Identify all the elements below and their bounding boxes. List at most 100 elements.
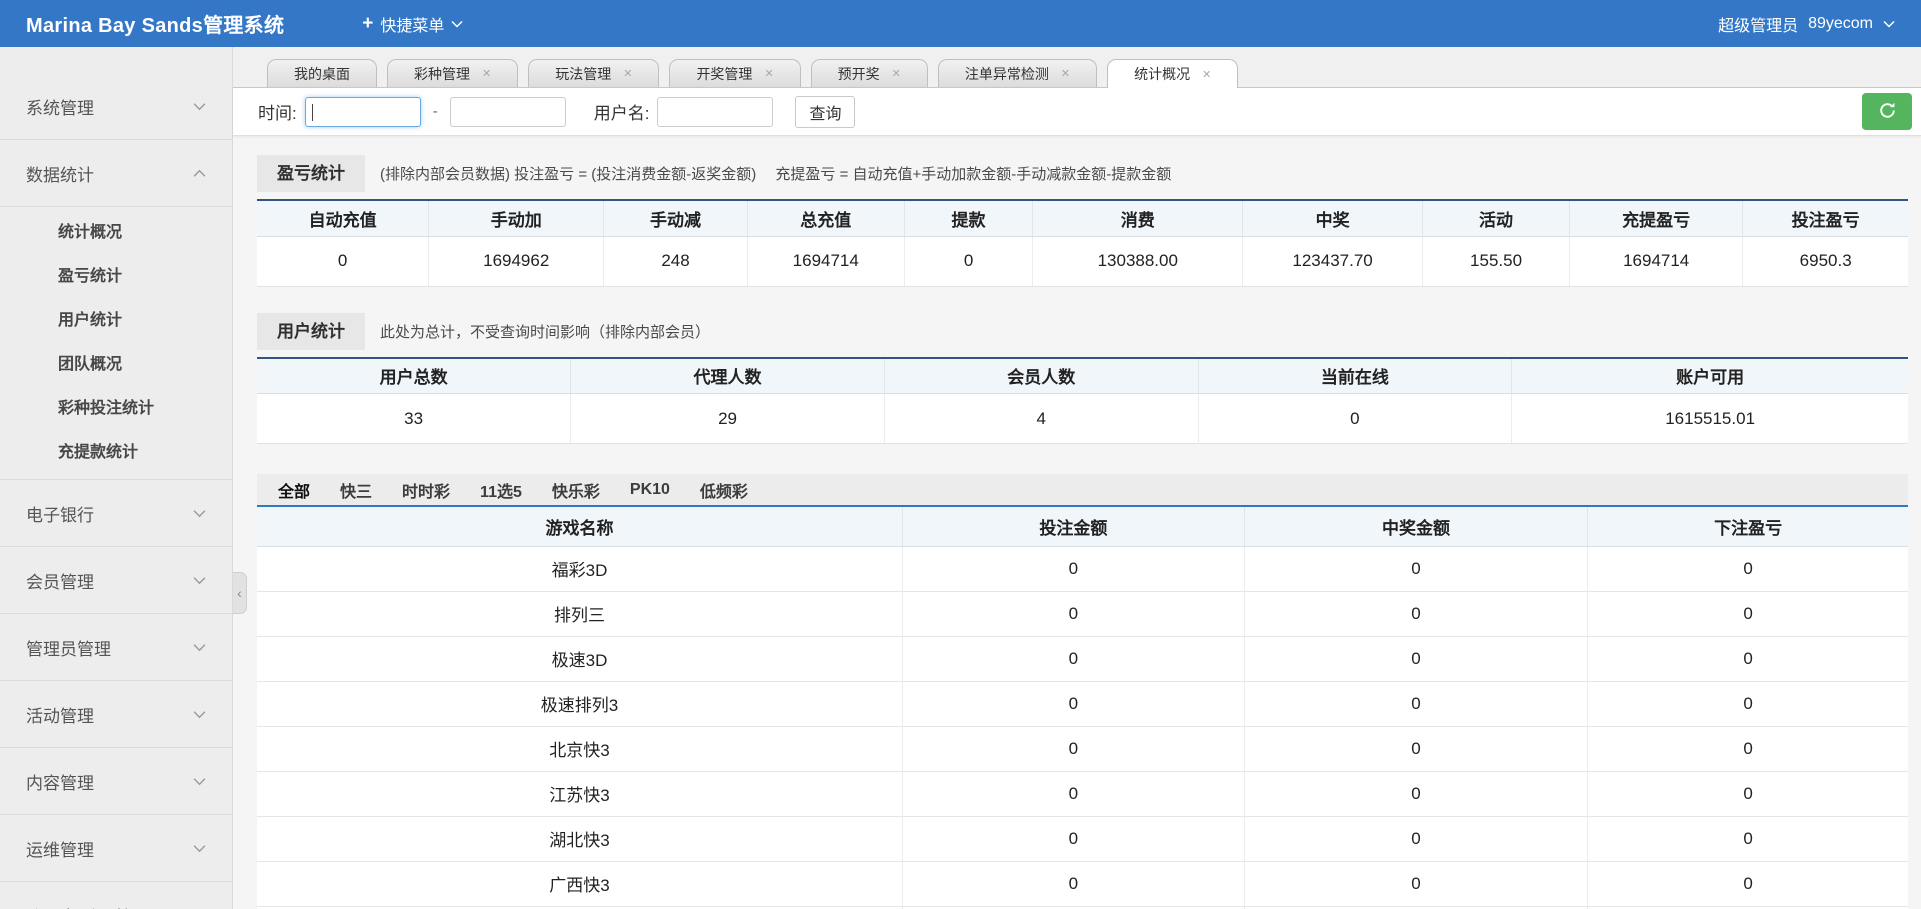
chevron-up-icon	[193, 163, 206, 183]
sidebar-subitem-team-overview[interactable]: 团队概况	[0, 343, 232, 387]
refresh-button[interactable]	[1862, 93, 1912, 130]
game-tab-11xuan5[interactable]: 11选5	[465, 478, 537, 502]
table-header-cell: 消费	[1033, 200, 1243, 236]
time-start-input[interactable]	[305, 97, 421, 127]
game-tab-kuaisan[interactable]: 快三	[325, 478, 387, 502]
table-header-cell: 总充值	[747, 200, 904, 236]
table-row: 北京快3 0 0 0	[257, 726, 1908, 771]
table-value-cell: 0	[903, 861, 1245, 906]
sidebar: 系统管理 数据统计 统计概况 盈亏统计 用户统计 团队概况 彩种投注统计 充提款…	[0, 47, 233, 909]
game-filter-tabs: 全部 快三 时时彩 11选5 快乐彩 PK10 低频彩	[257, 474, 1908, 505]
sidebar-item-content[interactable]: 内容管理	[0, 748, 232, 815]
game-tab-pk10[interactable]: PK10	[615, 481, 685, 499]
table-value-cell: 123437.70	[1243, 236, 1423, 286]
game-name-cell: 排列三	[257, 591, 903, 636]
chevron-down-icon	[193, 771, 206, 791]
tab-stats-overview[interactable]: 统计概况 ✕	[1107, 59, 1238, 88]
quick-menu-button[interactable]: + 快捷菜单	[362, 12, 463, 36]
table-value-cell: 0	[903, 591, 1245, 636]
plus-icon: +	[362, 13, 373, 35]
table-row: 极速3D 0 0 0	[257, 636, 1908, 681]
sidebar-collapse-handle[interactable]: ‹	[233, 572, 247, 614]
chevron-down-icon	[193, 905, 206, 909]
topbar: Marina Bay Sands管理系统 + 快捷菜单 超级管理员 89yeco…	[0, 0, 1921, 47]
tab-my-desktop[interactable]: 我的桌面	[267, 59, 377, 87]
sidebar-item-label: 内容管理	[26, 769, 94, 794]
close-icon[interactable]: ✕	[764, 67, 773, 80]
close-icon[interactable]: ✕	[892, 67, 901, 80]
tab-label: 玩法管理	[555, 64, 611, 84]
tab-play-mgmt[interactable]: 玩法管理 ✕	[528, 59, 659, 87]
sidebar-item-ebank[interactable]: 电子银行	[0, 480, 232, 547]
game-tab-shishicai[interactable]: 时时彩	[387, 478, 465, 502]
table-value-cell: 0	[1588, 636, 1908, 681]
table-value-cell: 0	[1244, 591, 1587, 636]
table-header-row: 游戏名称 投注金额 中奖金额 下注盈亏	[257, 506, 1908, 546]
table-row: 排列三 0 0 0	[257, 591, 1908, 636]
game-tab-all[interactable]: 全部	[263, 478, 325, 502]
sidebar-item-chatroom[interactable]: 聊天室/动画管理	[0, 882, 232, 909]
tab-pre-draw[interactable]: 预开奖 ✕	[811, 59, 928, 87]
table-row: 极速排列3 0 0 0	[257, 681, 1908, 726]
sidebar-subitem-lottery-bet-stats[interactable]: 彩种投注统计	[0, 387, 232, 431]
table-header-cell: 充提盈亏	[1570, 200, 1743, 236]
table-value-cell: 0	[903, 771, 1245, 816]
table-header-cell: 投注盈亏	[1743, 200, 1908, 236]
text-cursor	[312, 104, 313, 121]
query-button[interactable]: 查询	[795, 96, 855, 128]
sidebar-item-label: 系统管理	[26, 94, 94, 119]
user-menu[interactable]: 超级管理员 89yecom	[1718, 12, 1895, 36]
sidebar-subitem-profit-stats[interactable]: 盈亏统计	[0, 255, 232, 299]
table-header-row: 用户总数 代理人数 会员人数 当前在线 账户可用	[257, 358, 1908, 394]
username-input[interactable]	[657, 97, 773, 127]
sidebar-item-data-stats[interactable]: 数据统计	[0, 140, 232, 207]
sidebar-subitem-stats-overview[interactable]: 统计概况	[0, 211, 232, 255]
sidebar-item-label: 电子银行	[26, 501, 94, 526]
sidebar-item-activities[interactable]: 活动管理	[0, 681, 232, 748]
tab-bar: 我的桌面 彩种管理 ✕ 玩法管理 ✕ 开奖管理 ✕ 预开奖 ✕ 注单异常检测 ✕	[233, 47, 1921, 88]
sidebar-subitem-deposit-withdraw-stats[interactable]: 充提款统计	[0, 431, 232, 475]
close-icon[interactable]: ✕	[1061, 67, 1070, 80]
tab-lottery-mgmt[interactable]: 彩种管理 ✕	[387, 59, 518, 87]
table-value-cell: 248	[604, 236, 748, 286]
table-value-cell: 0	[1244, 681, 1587, 726]
game-name-cell: 广西快3	[257, 861, 903, 906]
sidebar-subitem-user-stats[interactable]: 用户统计	[0, 299, 232, 343]
profit-table: 自动充值 手动加 手动减 总充值 提款 消费 中奖 活动 充提盈亏 投注盈亏 0…	[257, 199, 1908, 287]
table-value-cell: 0	[903, 726, 1245, 771]
table-value-cell: 0	[903, 681, 1245, 726]
game-name-cell: 湖北快3	[257, 816, 903, 861]
sidebar-item-label: 管理员管理	[26, 635, 111, 660]
tab-abnormal-order-check[interactable]: 注单异常检测 ✕	[938, 59, 1097, 87]
game-tab-kuailecai[interactable]: 快乐彩	[537, 478, 615, 502]
tab-label: 预开奖	[838, 64, 880, 84]
chevron-down-icon	[193, 503, 206, 523]
close-icon[interactable]: ✕	[482, 67, 491, 80]
user-section-head: 用户统计 此处为总计，不受查询时间影响（排除内部会员）	[257, 313, 1908, 350]
chevron-down-icon	[193, 704, 206, 724]
table-row: 广西快3 0 0 0	[257, 861, 1908, 906]
game-tab-dipincai[interactable]: 低频彩	[685, 478, 763, 502]
game-name-cell: 北京快3	[257, 726, 903, 771]
table-header-cell: 自动充值	[257, 200, 429, 236]
sidebar-item-ops[interactable]: 运维管理	[0, 815, 232, 882]
table-header-cell: 提款	[904, 200, 1033, 236]
table-value-cell: 29	[571, 394, 885, 444]
table-value-cell: 0	[257, 236, 429, 286]
table-value-cell: 0	[1588, 816, 1908, 861]
filter-bar: 时间: - 用户名: 查询	[233, 88, 1921, 136]
tab-label: 我的桌面	[294, 64, 350, 84]
content: 盈亏统计 (排除内部会员数据) 投注盈亏 = (投注消费金额-返奖金额) 充提盈…	[233, 136, 1921, 909]
sidebar-item-members[interactable]: 会员管理	[0, 547, 232, 614]
game-name-cell: 极速3D	[257, 636, 903, 681]
table-header-cell: 活动	[1423, 200, 1570, 236]
table-value-cell: 33	[257, 394, 571, 444]
time-end-input[interactable]	[450, 97, 566, 127]
close-icon[interactable]: ✕	[623, 67, 632, 80]
sidebar-item-system[interactable]: 系统管理	[0, 73, 232, 140]
table-header-cell: 投注金额	[903, 506, 1245, 546]
tab-draw-mgmt[interactable]: 开奖管理 ✕	[669, 59, 800, 87]
sidebar-item-admins[interactable]: 管理员管理	[0, 614, 232, 681]
tab-label: 统计概况	[1134, 64, 1190, 84]
close-icon[interactable]: ✕	[1202, 68, 1211, 81]
